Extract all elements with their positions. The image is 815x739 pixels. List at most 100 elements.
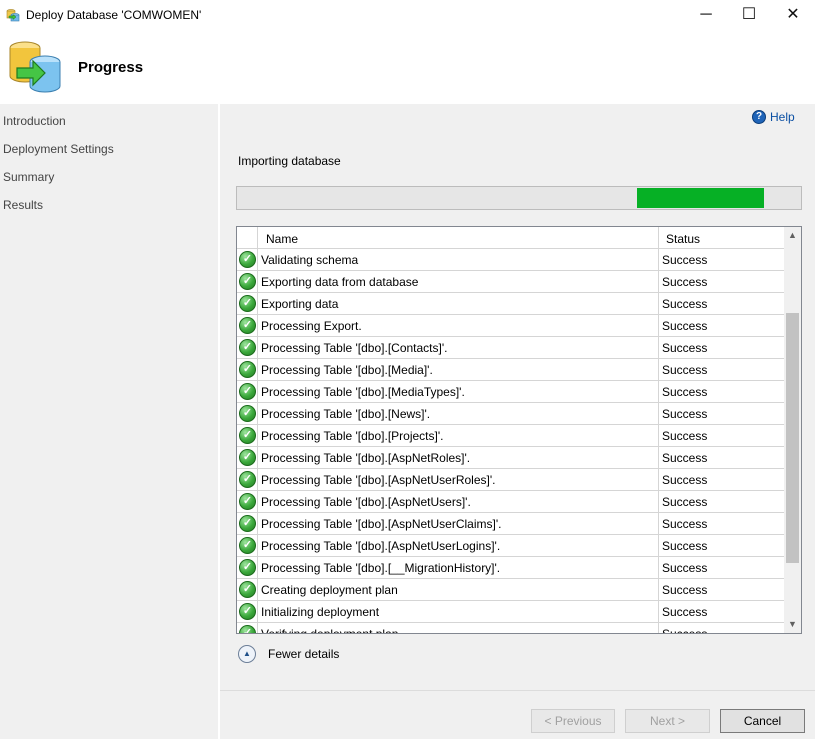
vertical-scrollbar[interactable]: ▲ ▼	[784, 227, 801, 633]
row-icon-cell: ✓	[237, 425, 258, 446]
row-status-cell: Success	[658, 513, 784, 534]
table-row[interactable]: ✓ Processing Table '[dbo].[AspNetUserClai…	[237, 513, 784, 535]
row-icon-cell: ✓	[237, 535, 258, 556]
row-status: Success	[662, 275, 708, 289]
row-status-cell: Success	[658, 293, 784, 314]
row-name: Exporting data	[261, 297, 339, 311]
table-row[interactable]: ✓ Verifying deployment plan Success	[237, 623, 784, 634]
cancel-button[interactable]: Cancel	[720, 709, 805, 733]
row-status: Success	[662, 407, 708, 421]
grid-header: Name Status	[237, 227, 784, 249]
row-icon-cell: ✓	[237, 403, 258, 424]
wizard-sidebar: Introduction Deployment Settings Summary…	[0, 104, 218, 739]
table-row[interactable]: ✓ Processing Table '[dbo].[AspNetUsers]'.…	[237, 491, 784, 513]
success-check-icon: ✓	[239, 317, 256, 334]
table-row[interactable]: ✓ Validating schema Success	[237, 249, 784, 271]
row-name: Processing Table '[dbo].[AspNetUserClaim…	[261, 517, 502, 531]
table-row[interactable]: ✓ Processing Table '[dbo].[MediaTypes]'. S…	[237, 381, 784, 403]
row-status-cell: Success	[658, 491, 784, 512]
close-button[interactable]: ✕	[770, 0, 815, 30]
row-name: Processing Table '[dbo].[MediaTypes]'.	[261, 385, 465, 399]
sidebar-item-introduction[interactable]: Introduction	[3, 114, 66, 128]
row-name: Processing Table '[dbo].[AspNetUserRoles…	[261, 473, 496, 487]
row-status: Success	[662, 627, 708, 634]
collapse-arrow-icon: ▲	[238, 645, 256, 663]
row-icon-cell: ✓	[237, 623, 258, 633]
row-name: Initializing deployment	[261, 605, 380, 619]
row-name: Verifying deployment plan	[261, 627, 399, 634]
success-check-icon: ✓	[239, 383, 256, 400]
row-name: Creating deployment plan	[261, 583, 398, 597]
row-name: Processing Table '[dbo].[News]'.	[261, 407, 431, 421]
success-check-icon: ✓	[239, 427, 256, 444]
table-row[interactable]: ✓ Processing Table '[dbo].[AspNetUserRole…	[237, 469, 784, 491]
table-row[interactable]: ✓ Processing Table '[dbo].[Media]'. Succes…	[237, 359, 784, 381]
row-name: Processing Export.	[261, 319, 362, 333]
fewer-details-toggle[interactable]: ▲ Fewer details	[238, 644, 339, 664]
window-title: Deploy Database 'COMWOMEN'	[26, 8, 202, 22]
table-row[interactable]: ✓ Exporting data Success	[237, 293, 784, 315]
table-row[interactable]: ✓ Processing Table '[dbo].[Contacts]'. Suc…	[237, 337, 784, 359]
table-row[interactable]: ✓ Processing Table '[dbo].[Projects]'. Suc…	[237, 425, 784, 447]
row-status-cell: Success	[658, 271, 784, 292]
row-status-cell: Success	[658, 403, 784, 424]
row-icon-cell: ✓	[237, 271, 258, 292]
row-icon-cell: ✓	[237, 513, 258, 534]
success-check-icon: ✓	[239, 273, 256, 290]
table-row[interactable]: ✓ Creating deployment plan Success	[237, 579, 784, 601]
row-name: Processing Table '[dbo].[AspNetUserLogin…	[261, 539, 501, 553]
row-status-cell: Success	[658, 557, 784, 578]
row-status-cell: Success	[658, 381, 784, 402]
row-status-cell: Success	[658, 359, 784, 380]
row-status: Success	[662, 583, 708, 597]
row-icon-cell: ✓	[237, 557, 258, 578]
row-icon-cell: ✓	[237, 249, 258, 270]
title-bar: Deploy Database 'COMWOMEN' ─ ☐ ✕	[0, 0, 815, 30]
page-title: Progress	[78, 59, 144, 76]
table-row[interactable]: ✓ Exporting data from database Success	[237, 271, 784, 293]
success-check-icon: ✓	[239, 603, 256, 620]
table-row[interactable]: ✓ Processing Table '[dbo].[AspNetRoles]'.…	[237, 447, 784, 469]
row-status: Success	[662, 297, 708, 311]
sidebar-item-deployment-settings[interactable]: Deployment Settings	[3, 142, 114, 156]
progress-panel: ? Help Importing database Name Status ✓ V…	[220, 104, 815, 690]
sidebar-item-results[interactable]: Results	[3, 198, 43, 212]
column-header-status-cell[interactable]: Status	[658, 227, 784, 249]
table-row[interactable]: ✓ Processing Export. Success	[237, 315, 784, 337]
help-link[interactable]: ? Help	[752, 109, 795, 125]
success-check-icon: ✓	[239, 449, 256, 466]
row-name: Validating schema	[261, 253, 359, 267]
progress-bar	[236, 186, 802, 210]
scroll-thumb[interactable]	[786, 313, 799, 563]
row-status-cell: Success	[658, 315, 784, 336]
row-name: Processing Table '[dbo].[Projects]'.	[261, 429, 444, 443]
success-check-icon: ✓	[239, 405, 256, 422]
minimize-button[interactable]: ─	[683, 0, 729, 30]
table-row[interactable]: ✓ Processing Table '[dbo].[News]'. Success	[237, 403, 784, 425]
table-row[interactable]: ✓ Processing Table '[dbo].[__MigrationHis…	[237, 557, 784, 579]
row-status: Success	[662, 539, 708, 553]
scroll-up-icon[interactable]: ▲	[784, 227, 801, 244]
sidebar-item-summary[interactable]: Summary	[3, 170, 54, 184]
row-icon-cell: ✓	[237, 447, 258, 468]
database-deploy-icon	[9, 41, 61, 93]
status-text: Importing database	[238, 154, 341, 168]
row-status: Success	[662, 341, 708, 355]
scroll-down-icon[interactable]: ▼	[784, 616, 801, 633]
previous-button[interactable]: < Previous	[531, 709, 615, 733]
table-row[interactable]: ✓ Initializing deployment Success	[237, 601, 784, 623]
table-row[interactable]: ✓ Processing Table '[dbo].[AspNetUserLogi…	[237, 535, 784, 557]
success-check-icon: ✓	[239, 339, 256, 356]
success-check-icon: ✓	[239, 361, 256, 378]
row-icon-cell: ✓	[237, 469, 258, 490]
row-status-cell: Success	[658, 249, 784, 270]
success-check-icon: ✓	[239, 295, 256, 312]
next-button[interactable]: Next >	[625, 709, 710, 733]
help-icon: ?	[752, 110, 766, 124]
row-status: Success	[662, 451, 708, 465]
maximize-button[interactable]: ☐	[726, 0, 772, 30]
row-status: Success	[662, 319, 708, 333]
column-header-name[interactable]: Name	[266, 232, 298, 246]
success-check-icon: ✓	[239, 471, 256, 488]
row-icon-cell: ✓	[237, 491, 258, 512]
